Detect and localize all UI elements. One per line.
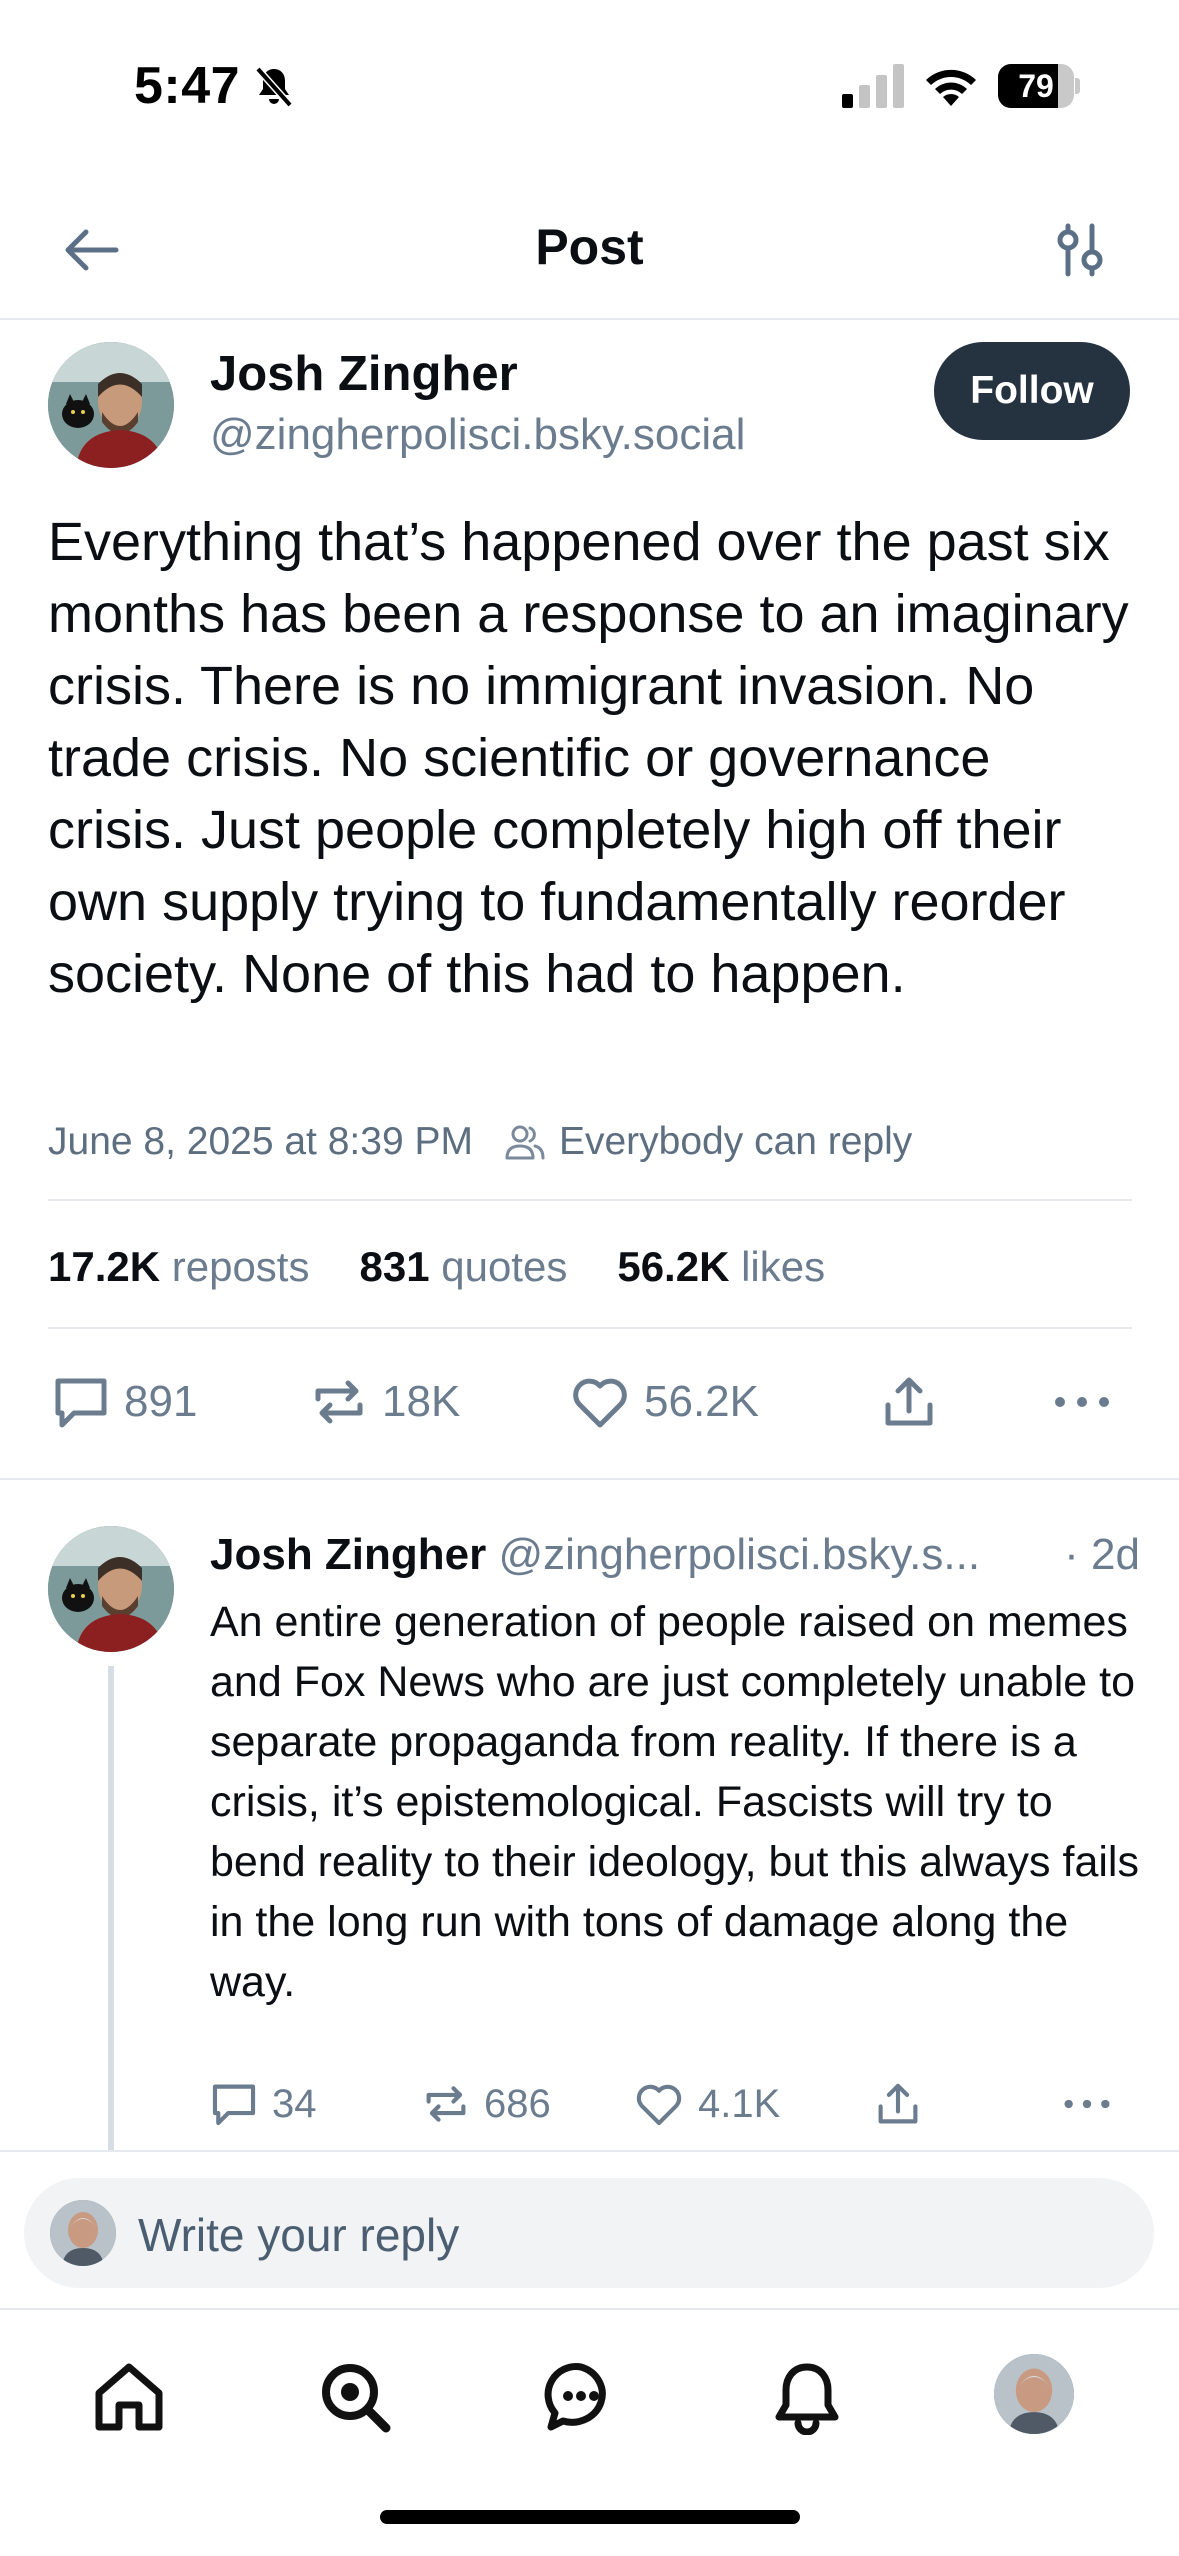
reply-author-handle[interactable]: @zingherpolisci.bsky.s...	[498, 1530, 980, 1579]
reply-button[interactable]: 34	[210, 2072, 317, 2136]
reply-timestamp: · 2d	[1064, 1530, 1140, 1579]
repost-count: 18K	[382, 1377, 461, 1426]
home-indicator[interactable]	[380, 2510, 800, 2524]
status-bar: 5:47 79	[0, 0, 1179, 170]
reply-action-bar: 34 686 4.1K	[210, 2072, 1130, 2136]
tab-profile[interactable]	[994, 2354, 1074, 2434]
more-options-button[interactable]	[1062, 2072, 1126, 2136]
author-name[interactable]: Josh Zingher	[210, 346, 518, 402]
avatar-image	[48, 342, 174, 468]
reply-setting[interactable]: Everybody can reply	[559, 1120, 912, 1164]
tab-home[interactable]	[84, 2352, 174, 2442]
share-button[interactable]	[880, 1362, 952, 1442]
reply-placeholder: Write your reply	[138, 2209, 460, 2261]
share-icon	[885, 1377, 933, 1426]
chat-icon	[544, 2363, 606, 2431]
wifi-icon	[926, 69, 976, 106]
repost-button[interactable]: 686	[422, 2072, 551, 2136]
reply-text: An entire generation of people raised on…	[210, 1598, 1139, 2006]
tab-chat[interactable]	[536, 2352, 626, 2442]
people-icon	[505, 1125, 545, 1160]
post-action-bar: 891 18K 56.2K	[48, 1362, 1132, 1442]
likes-stat[interactable]: 56.2K likes	[617, 1243, 825, 1291]
cellular-signal-icon	[842, 64, 904, 108]
reply-count: 891	[124, 1377, 198, 1426]
like-count: 56.2K	[644, 1377, 759, 1426]
avatar[interactable]	[48, 1526, 174, 1652]
thread-line	[108, 1666, 114, 2152]
like-count: 4.1K	[698, 2081, 781, 2126]
bell-icon	[775, 2363, 839, 2435]
more-options-button[interactable]	[1052, 1362, 1126, 1442]
post-stats: 17.2K reposts 831 quotes 56.2K likes	[48, 1232, 875, 1302]
thread-settings-button[interactable]	[1040, 215, 1120, 285]
repost-icon	[426, 2086, 466, 2122]
repost-icon	[315, 1380, 363, 1424]
bell-slash-icon	[255, 66, 293, 108]
like-button[interactable]: 4.1K	[634, 2072, 780, 2136]
tab-notifications[interactable]	[762, 2352, 852, 2442]
bottom-tab-bar	[0, 2312, 1179, 2482]
post-header: Post	[0, 180, 1179, 320]
post-date[interactable]: June 8, 2025 at 8:39 PM	[48, 1120, 473, 1164]
repost-button[interactable]: 18K	[310, 1362, 460, 1442]
avatar[interactable]	[48, 342, 174, 468]
comment-icon	[55, 1378, 107, 1428]
repost-count: 686	[484, 2081, 551, 2126]
avatar-image	[50, 2200, 116, 2266]
author-handle[interactable]: @zingherpolisci.bsky.social	[210, 410, 745, 460]
reply-author-name[interactable]: Josh Zingher	[210, 1530, 486, 1579]
reply-button[interactable]: 891	[52, 1362, 197, 1442]
battery-level: 79	[1018, 68, 1054, 104]
avatar-image	[48, 1526, 174, 1652]
post-meta: June 8, 2025 at 8:39 PM Everybody can re…	[48, 1112, 1132, 1172]
battery-icon: 79	[998, 64, 1080, 108]
reply-composer-bar: Write your reply	[0, 2150, 1179, 2310]
tab-search[interactable]	[310, 2352, 400, 2442]
page-title: Post	[535, 219, 644, 275]
reply-input[interactable]: Write your reply	[24, 2178, 1154, 2288]
post-author-row: Josh Zingher @zingherpolisci.bsky.social…	[0, 320, 1179, 480]
divider	[48, 1327, 1132, 1329]
share-button[interactable]	[874, 2072, 936, 2136]
more-horizontal-icon	[1055, 1397, 1109, 1407]
home-icon	[95, 2363, 163, 2431]
quotes-stat[interactable]: 831 quotes	[359, 1243, 567, 1291]
post-text: Everything that’s happened over the past…	[48, 512, 1129, 1004]
heart-icon	[573, 1378, 627, 1428]
reply-header: Josh Zingher @zingherpolisci.bsky.s... ·…	[210, 1530, 1140, 1580]
follow-button[interactable]: Follow	[934, 342, 1130, 440]
comment-icon	[212, 2084, 256, 2126]
heart-icon	[636, 2084, 682, 2126]
share-icon	[878, 2083, 918, 2124]
reposts-stat[interactable]: 17.2K reposts	[48, 1243, 309, 1291]
divider	[48, 1199, 1132, 1201]
like-button[interactable]: 56.2K	[570, 1362, 759, 1442]
reply-post[interactable]: Josh Zingher @zingherpolisci.bsky.s... ·…	[0, 1480, 1179, 2152]
reply-count: 34	[272, 2081, 317, 2126]
my-avatar	[50, 2200, 116, 2266]
search-icon	[322, 2364, 391, 2433]
profile-avatar	[994, 2354, 1074, 2434]
more-horizontal-icon	[1064, 2099, 1110, 2109]
sliders-icon	[1057, 223, 1103, 277]
status-time: 5:47	[134, 57, 241, 115]
